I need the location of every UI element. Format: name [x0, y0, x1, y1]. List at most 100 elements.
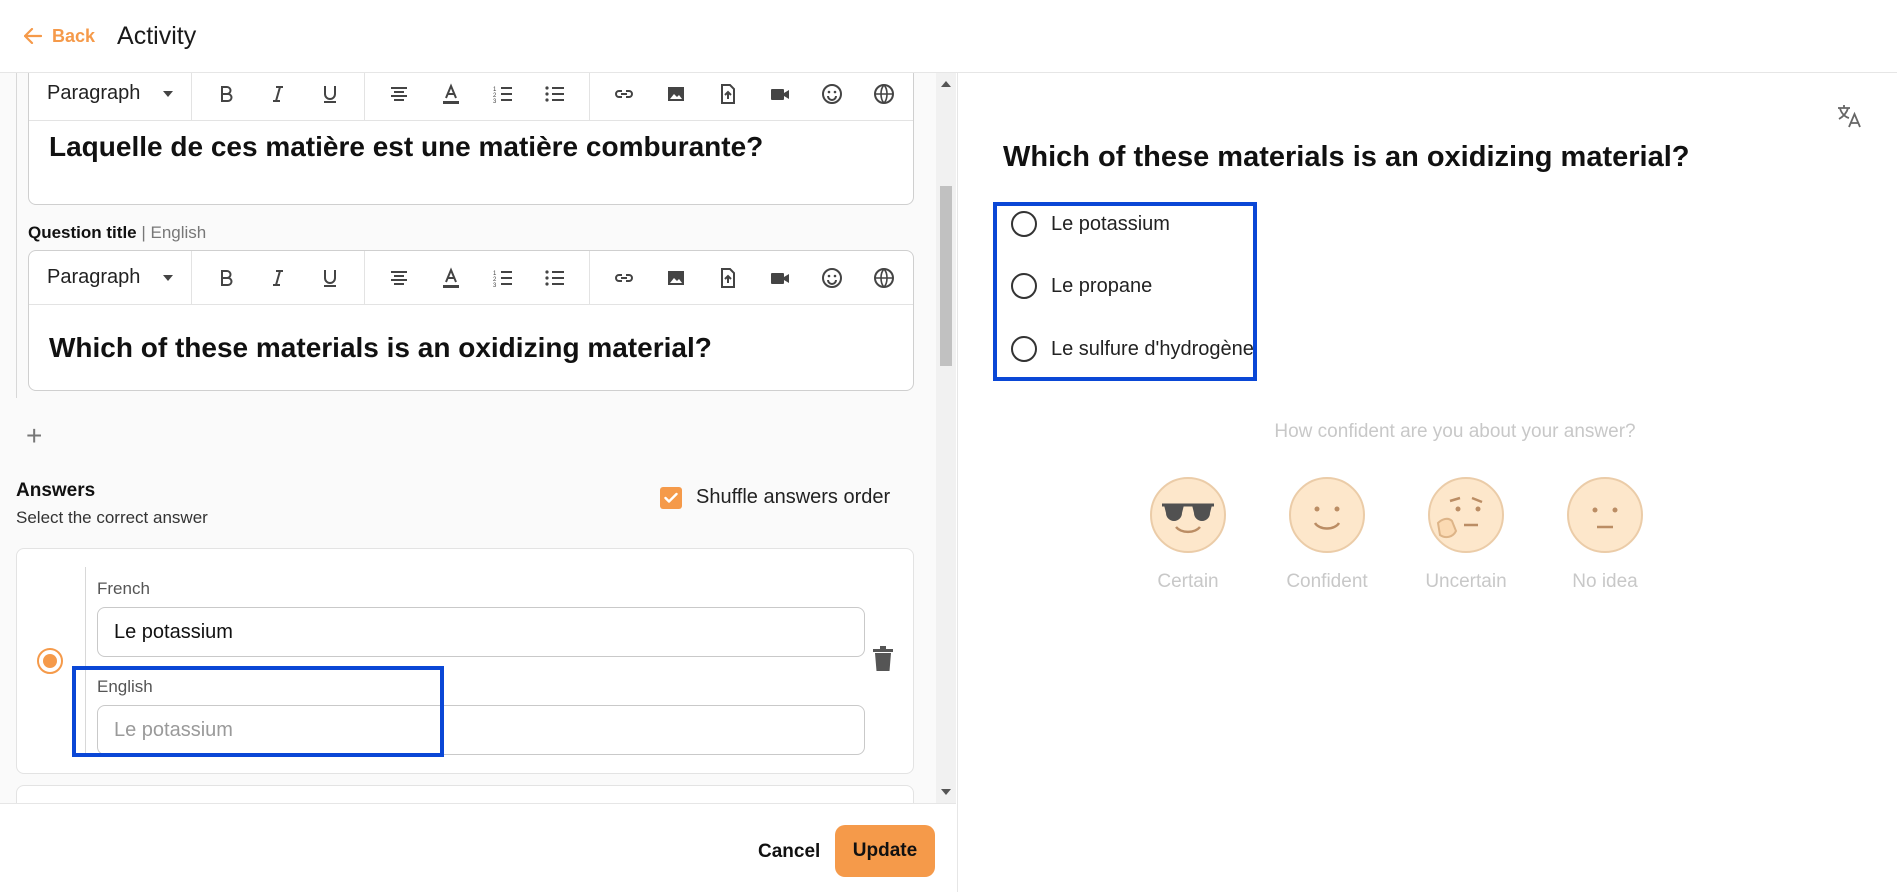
cancel-button[interactable]: Cancel	[746, 828, 832, 876]
french-answer-input[interactable]	[97, 607, 865, 657]
confidence-label: Uncertain	[1425, 571, 1507, 592]
text-color-icon	[443, 82, 459, 104]
chevron-down-icon	[163, 274, 173, 281]
add-language-button[interactable]: +	[26, 422, 42, 450]
english-question-editor[interactable]: Paragraph 123 Which of these materials i…	[28, 250, 914, 391]
confidence-label: Confident	[1286, 571, 1368, 592]
emoji-button[interactable]	[806, 74, 858, 114]
delete-answer-button[interactable]	[872, 646, 894, 677]
bullet-list-button[interactable]	[529, 74, 581, 114]
french-label: French	[97, 579, 150, 598]
scrollbar[interactable]	[936, 73, 956, 803]
file-upload-icon	[721, 83, 735, 104]
underline-button[interactable]	[304, 258, 356, 298]
underline-button[interactable]	[304, 74, 356, 114]
paragraph-format-select[interactable]: Paragraph	[29, 266, 191, 289]
underline-icon	[324, 85, 336, 103]
trash-icon	[873, 646, 893, 671]
neutral-face-icon	[1567, 477, 1643, 553]
editor-scroll-area: Paragraph 123 Laquelle de ces matière es…	[0, 73, 936, 803]
radio-unselected-icon	[1011, 273, 1037, 299]
shuffle-answers-toggle[interactable]: Shuffle answers order	[660, 486, 890, 509]
bold-button[interactable]	[200, 258, 252, 298]
confidence-question: How confident are you about your answer?	[1274, 421, 1636, 442]
footer-bar: Cancel Update	[0, 803, 956, 892]
confidence-label: No idea	[1572, 571, 1638, 592]
arrow-left-icon	[24, 28, 42, 44]
text-color-button[interactable]	[425, 74, 477, 114]
bullet-list-icon	[545, 85, 564, 102]
editor-divider	[16, 73, 17, 398]
text-color-button[interactable]	[425, 258, 477, 298]
file-upload-button[interactable]	[702, 258, 754, 298]
card-divider	[85, 567, 86, 757]
italic-button[interactable]	[252, 258, 304, 298]
scroll-down-arrow[interactable]	[941, 789, 951, 795]
smiley-icon	[822, 83, 842, 104]
back-button[interactable]: Back	[24, 26, 95, 47]
translate-icon	[1838, 105, 1861, 128]
confidence-certain[interactable]: Certain	[1128, 477, 1248, 593]
bold-icon	[221, 269, 233, 286]
svg-text:3: 3	[493, 283, 497, 289]
editor-toolbar: Paragraph 123	[29, 73, 913, 121]
preview-option[interactable]: Le sulfure d'hydrogène	[1011, 336, 1254, 362]
page-title: Activity	[117, 21, 197, 50]
radio-unselected-icon	[1011, 211, 1037, 237]
french-question-text[interactable]: Laquelle de ces matière est une matière …	[29, 121, 913, 205]
chevron-down-icon	[163, 90, 173, 97]
align-center-button[interactable]	[373, 258, 425, 298]
link-button[interactable]	[598, 74, 650, 114]
preview-option-label: Le potassium	[1051, 212, 1170, 235]
english-label: English	[97, 677, 153, 696]
align-center-icon	[391, 270, 407, 285]
scroll-up-arrow[interactable]	[941, 81, 951, 87]
file-upload-icon	[721, 267, 735, 288]
english-answer-input[interactable]	[97, 705, 865, 755]
top-header: Back Activity	[0, 0, 1897, 73]
answer-card	[16, 785, 914, 803]
shuffle-label: Shuffle answers order	[696, 486, 891, 508]
shuffle-checkbox[interactable]	[660, 486, 682, 509]
preview-question: Which of these materials is an oxidizing…	[1003, 141, 1690, 173]
update-button[interactable]: Update	[835, 825, 935, 877]
emoji-button[interactable]	[806, 258, 858, 298]
confidence-uncertain[interactable]: Uncertain	[1406, 477, 1526, 593]
correct-answer-radio[interactable]	[37, 648, 63, 674]
ordered-list-button[interactable]: 123	[477, 74, 529, 114]
ordered-list-button[interactable]: 123	[477, 258, 529, 298]
file-upload-button[interactable]	[702, 74, 754, 114]
align-center-icon	[391, 86, 407, 101]
answers-title: Answers	[16, 480, 96, 501]
bold-button[interactable]	[200, 74, 252, 114]
confidence-confident[interactable]: Confident	[1267, 477, 1387, 593]
align-center-button[interactable]	[373, 74, 425, 114]
video-button[interactable]	[754, 74, 806, 114]
italic-icon	[273, 85, 283, 102]
confidence-no-idea[interactable]: No idea	[1545, 477, 1665, 593]
italic-button[interactable]	[252, 74, 304, 114]
paragraph-format-value: Paragraph	[47, 266, 141, 288]
ordered-list-icon: 123	[493, 270, 512, 289]
answers-subtitle: Select the correct answer	[16, 508, 208, 527]
english-question-text[interactable]: Which of these materials is an oxidizing…	[29, 305, 913, 391]
answer-card: French English	[16, 548, 914, 774]
french-question-editor[interactable]: Paragraph 123 Laquelle de ces matière es…	[28, 73, 914, 205]
language-button[interactable]	[858, 258, 910, 298]
editor-toolbar: Paragraph 123	[29, 251, 913, 305]
italic-icon	[273, 269, 283, 286]
image-button[interactable]	[650, 258, 702, 298]
confidence-label: Certain	[1157, 571, 1219, 592]
paragraph-format-select[interactable]: Paragraph	[29, 82, 191, 105]
preview-panel: Which of these materials is an oxidizing…	[957, 73, 1897, 892]
link-button[interactable]	[598, 258, 650, 298]
video-icon	[771, 88, 789, 100]
bullet-list-button[interactable]	[529, 258, 581, 298]
language-button[interactable]	[858, 74, 910, 114]
video-button[interactable]	[754, 258, 806, 298]
image-button[interactable]	[650, 74, 702, 114]
translate-button[interactable]	[1836, 103, 1862, 134]
preview-option[interactable]: Le propane	[1011, 273, 1152, 299]
scroll-thumb[interactable]	[940, 186, 952, 366]
preview-option[interactable]: Le potassium	[1011, 211, 1170, 237]
